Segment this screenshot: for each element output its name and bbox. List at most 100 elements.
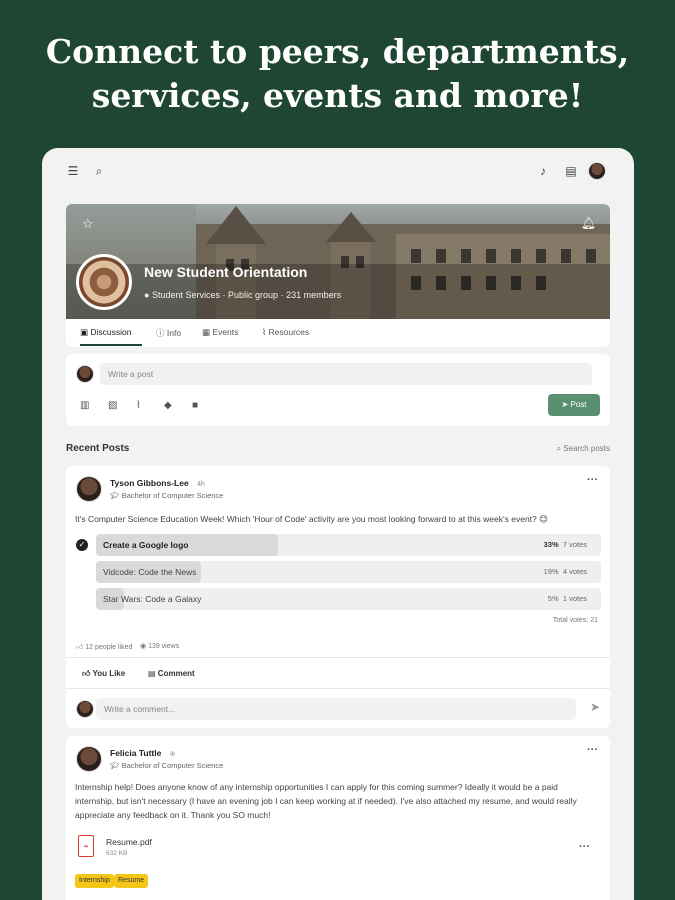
author-avatar[interactable] <box>76 746 102 772</box>
info-icon: ⓘ <box>156 328 165 338</box>
tab-resources-label: Resources <box>268 327 310 337</box>
banner-image <box>66 204 610 319</box>
headline-line-2: services, events and more! <box>91 76 584 115</box>
divider <box>66 657 610 658</box>
author-degree: 🎓︎ Bachelor of Computer Science <box>110 491 223 500</box>
tag-chip[interactable]: Internship <box>75 874 114 888</box>
total-votes: Total votes: 21 <box>552 617 598 624</box>
poll-option[interactable]: Star Wars: Code a Galaxy 5% 1 votes <box>96 588 601 610</box>
author-avatar[interactable] <box>76 476 102 502</box>
group-category: Student Services <box>151 290 220 300</box>
poll-option-label: Create a Google logo <box>103 540 189 550</box>
tag-chip[interactable]: Resume <box>114 874 149 888</box>
post-body: Internship help! Does anyone know of any… <box>75 782 577 820</box>
comment-button[interactable]: ▤ Comment <box>148 669 195 678</box>
tablet-frame: ☰ ⌕ ♪ ▤ ☆ 🔔︎ New Student Orientation ● S… <box>42 148 634 900</box>
poll-option[interactable]: Vidcode: Code the News 19% 4 votes <box>96 561 601 583</box>
video-icon[interactable]: ■ <box>192 400 198 411</box>
tab-events[interactable]: ▦ Events <box>202 327 238 338</box>
send-comment-icon[interactable]: ➤ <box>590 700 600 714</box>
post-card: Felicia Tuttle ⊕ 🎓︎ Bachelor of Computer… <box>66 736 610 900</box>
post-composer: Write a post ▥ ▨ ⌇ ◆ ■ ➤ Post <box>66 354 610 426</box>
tab-resources[interactable]: ⌇ Resources <box>262 327 309 338</box>
comment-button-label: Comment <box>157 669 195 678</box>
poll-option-pct: 19% <box>543 567 559 576</box>
like-button[interactable]: 👍︎ You Like <box>82 669 125 679</box>
attachment-icon[interactable]: ⌇ <box>136 400 141 411</box>
chat-icon[interactable]: ▤ <box>564 164 578 178</box>
composer-avatar <box>76 365 94 383</box>
send-icon: ➤ <box>561 400 569 409</box>
group-meta: ● Student Services · Public group · 231 … <box>144 290 341 300</box>
divider <box>66 688 610 689</box>
group-members: 231 members <box>286 290 342 300</box>
pdf-icon: ⌁ <box>78 835 94 857</box>
post-button[interactable]: ➤ Post <box>548 394 600 416</box>
calendar-icon: ▦ <box>202 327 211 337</box>
image-icon[interactable]: ▨ <box>108 400 117 411</box>
favorite-star-icon[interactable]: ☆ <box>82 216 94 232</box>
like-button-label: You Like <box>92 669 126 678</box>
search-posts-label: Search posts <box>563 444 610 453</box>
poll-option-votes: 1 votes <box>562 594 587 603</box>
poll-option[interactable]: Create a Google logo 33% 7 votes <box>96 534 601 556</box>
eye-icon: ◉ <box>140 643 147 650</box>
commenter-avatar <box>76 700 94 718</box>
likes-count[interactable]: 👍︎ 12 people liked <box>76 642 132 651</box>
poll-option-result: 19% 4 votes <box>544 567 587 576</box>
comment-input[interactable]: Write a comment... <box>96 698 576 720</box>
views-count: ◉ 139 views <box>140 642 179 650</box>
search-posts[interactable]: ⌕ Search posts <box>557 444 610 454</box>
headline: Connect to peers, departments, services,… <box>0 30 675 118</box>
active-tab-indicator <box>80 344 142 346</box>
post-author-name: Felicia Tuttle <box>110 748 162 758</box>
search-icon[interactable]: ⌕ <box>92 164 106 178</box>
author-degree-label: Bachelor of Computer Science <box>121 491 224 500</box>
post-time: 4h <box>197 481 205 488</box>
post-body: It's Computer Science Education Week! Wh… <box>75 514 548 524</box>
poll-icon[interactable]: ▥ <box>80 400 89 411</box>
top-bar: ☰ ⌕ ♪ ▤ <box>66 160 610 184</box>
author-degree-label: Bachelor of Computer Science <box>121 761 224 770</box>
graduation-cap-icon: 🎓︎ <box>110 761 120 770</box>
group-privacy: Public group <box>228 290 279 300</box>
tab-discussion[interactable]: ▣ Discussion <box>80 327 132 338</box>
thumb-icon: 👍︎ <box>76 644 84 651</box>
comment-icon: ▤ <box>148 669 156 678</box>
poll-option-label: Star Wars: Code a Galaxy <box>103 594 202 604</box>
post-input[interactable]: Write a post <box>100 363 592 385</box>
attachment-more-icon[interactable]: ··· <box>579 841 590 853</box>
tab-info[interactable]: ⓘ Info <box>156 327 181 339</box>
post-author[interactable]: Tyson Gibbons-Lee 4h <box>110 478 205 488</box>
post-author[interactable]: Felicia Tuttle ⊕ <box>110 748 176 758</box>
post-author-name: Tyson Gibbons-Lee <box>110 478 189 488</box>
tab-discussion-label: Discussion <box>90 327 132 337</box>
more-options-icon[interactable]: ··· <box>587 744 598 756</box>
poll-option-pct: 33% <box>543 540 559 549</box>
more-options-icon[interactable]: ··· <box>587 474 598 486</box>
attachment-name[interactable]: Resume.pdf <box>106 837 152 847</box>
poll-option-votes: 4 votes <box>562 567 587 576</box>
poll-option-result: 5% 1 votes <box>548 594 587 603</box>
search-icon: ⌕ <box>556 444 562 453</box>
bell-icon[interactable]: ♪ <box>536 164 550 178</box>
tab-info-label: Info <box>166 328 182 338</box>
poll-option-votes: 7 votes <box>562 540 587 549</box>
category-icon: ● <box>144 290 150 300</box>
recent-posts-title: Recent Posts <box>66 443 130 454</box>
poll-option-pct: 5% <box>547 594 559 603</box>
menu-icon[interactable]: ☰ <box>66 164 80 178</box>
notify-bell-icon[interactable]: 🔔︎ <box>581 216 596 230</box>
poll-option-result: 33% 7 votes <box>544 540 587 549</box>
user-avatar[interactable] <box>588 162 606 180</box>
poll-option-label: Vidcode: Code the News <box>103 567 197 577</box>
group-tabs: ▣ Discussion ⓘ Info ▦ Events ⌇ Resources <box>66 319 610 347</box>
views-count-label: 139 views <box>148 643 180 650</box>
group-avatar <box>76 254 132 310</box>
group-name: New Student Orientation <box>144 264 308 280</box>
tab-events-label: Events <box>212 327 239 337</box>
tag-icon[interactable]: ◆ <box>164 400 172 411</box>
graduation-cap-icon: 🎓︎ <box>110 491 120 500</box>
thumbs-up-icon: 👍︎ <box>82 669 91 678</box>
likes-count-label: 12 people liked <box>85 644 133 651</box>
